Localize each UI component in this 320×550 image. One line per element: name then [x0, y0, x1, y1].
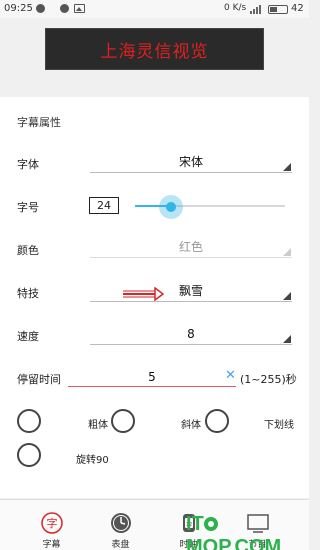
- watermark-dot-icon: [203, 517, 218, 531]
- clear-icon[interactable]: ✕: [225, 369, 237, 382]
- network-speed: 0 K/s: [224, 3, 247, 13]
- dropdown-corner-icon: [283, 292, 291, 300]
- dial-icon: [111, 513, 131, 533]
- subtitle-icon: 字: [41, 512, 63, 534]
- size-slider-thumb[interactable]: [166, 202, 176, 212]
- effect-select-value: 飘雪: [178, 284, 203, 298]
- watermark-text-left: IT: [186, 513, 204, 535]
- tab-dial[interactable]: 表盘: [82, 500, 159, 550]
- header: 上海灵信视览: [0, 18, 309, 80]
- dropdown-corner-icon: [283, 248, 291, 256]
- signal-icon: [250, 4, 264, 14]
- italic-label: 斜体: [181, 420, 201, 431]
- dropdown-corner-icon: [283, 335, 291, 343]
- status-time: 09:25: [4, 3, 33, 14]
- watermark-text-right: MOP.COM: [186, 536, 282, 550]
- color-select-value: 红色: [178, 240, 203, 254]
- battery-icon: [268, 5, 288, 14]
- svg-text:字: 字: [47, 516, 58, 530]
- speed-label: 速度: [17, 330, 39, 343]
- section-title: 字幕属性: [17, 116, 61, 129]
- effect-label: 特技: [17, 287, 39, 300]
- rotate-label: 旋转90: [76, 455, 109, 466]
- tab-subtitle[interactable]: 字 字幕: [13, 500, 90, 550]
- effect-select[interactable]: 飘雪: [90, 280, 292, 302]
- size-label: 字号: [17, 201, 39, 214]
- dwell-time-label: 停留时间: [17, 373, 61, 386]
- speed-select[interactable]: 8: [90, 323, 292, 345]
- font-select[interactable]: 宋体: [90, 151, 292, 173]
- status-bar: 09:25 0 K/s 42: [0, 0, 309, 18]
- tab-dial-label: 表盘: [111, 540, 130, 550]
- tab-subtitle-label: 字幕: [42, 540, 61, 550]
- checkbox-underline[interactable]: [205, 409, 229, 433]
- info-icon: [60, 4, 69, 13]
- checkbox-bold[interactable]: [17, 409, 41, 433]
- color-label: 颜色: [17, 244, 39, 257]
- battery-level: 42: [291, 3, 304, 14]
- font-label: 字体: [17, 158, 39, 171]
- dwell-time-input[interactable]: 5: [68, 368, 236, 387]
- watermark-logo: ITMOP.COM: [186, 513, 309, 550]
- size-slider[interactable]: [135, 205, 285, 207]
- dwell-range-hint: (1~255)秒: [240, 373, 297, 386]
- color-select: 红色: [90, 236, 292, 258]
- image-notification-icon: [74, 4, 85, 13]
- notification-icon: [36, 4, 45, 13]
- checkbox-rotate[interactable]: [17, 443, 41, 467]
- checkbox-italic[interactable]: [111, 409, 135, 433]
- font-select-value: 宋体: [178, 155, 203, 169]
- speed-select-value: 8: [187, 326, 195, 341]
- size-value-box: 24: [89, 197, 119, 214]
- dropdown-corner-icon: [283, 163, 291, 171]
- bold-label: 粗体: [88, 420, 108, 431]
- led-preview-banner: 上海灵信视览: [45, 28, 264, 70]
- underline-label: 下划线: [264, 420, 294, 431]
